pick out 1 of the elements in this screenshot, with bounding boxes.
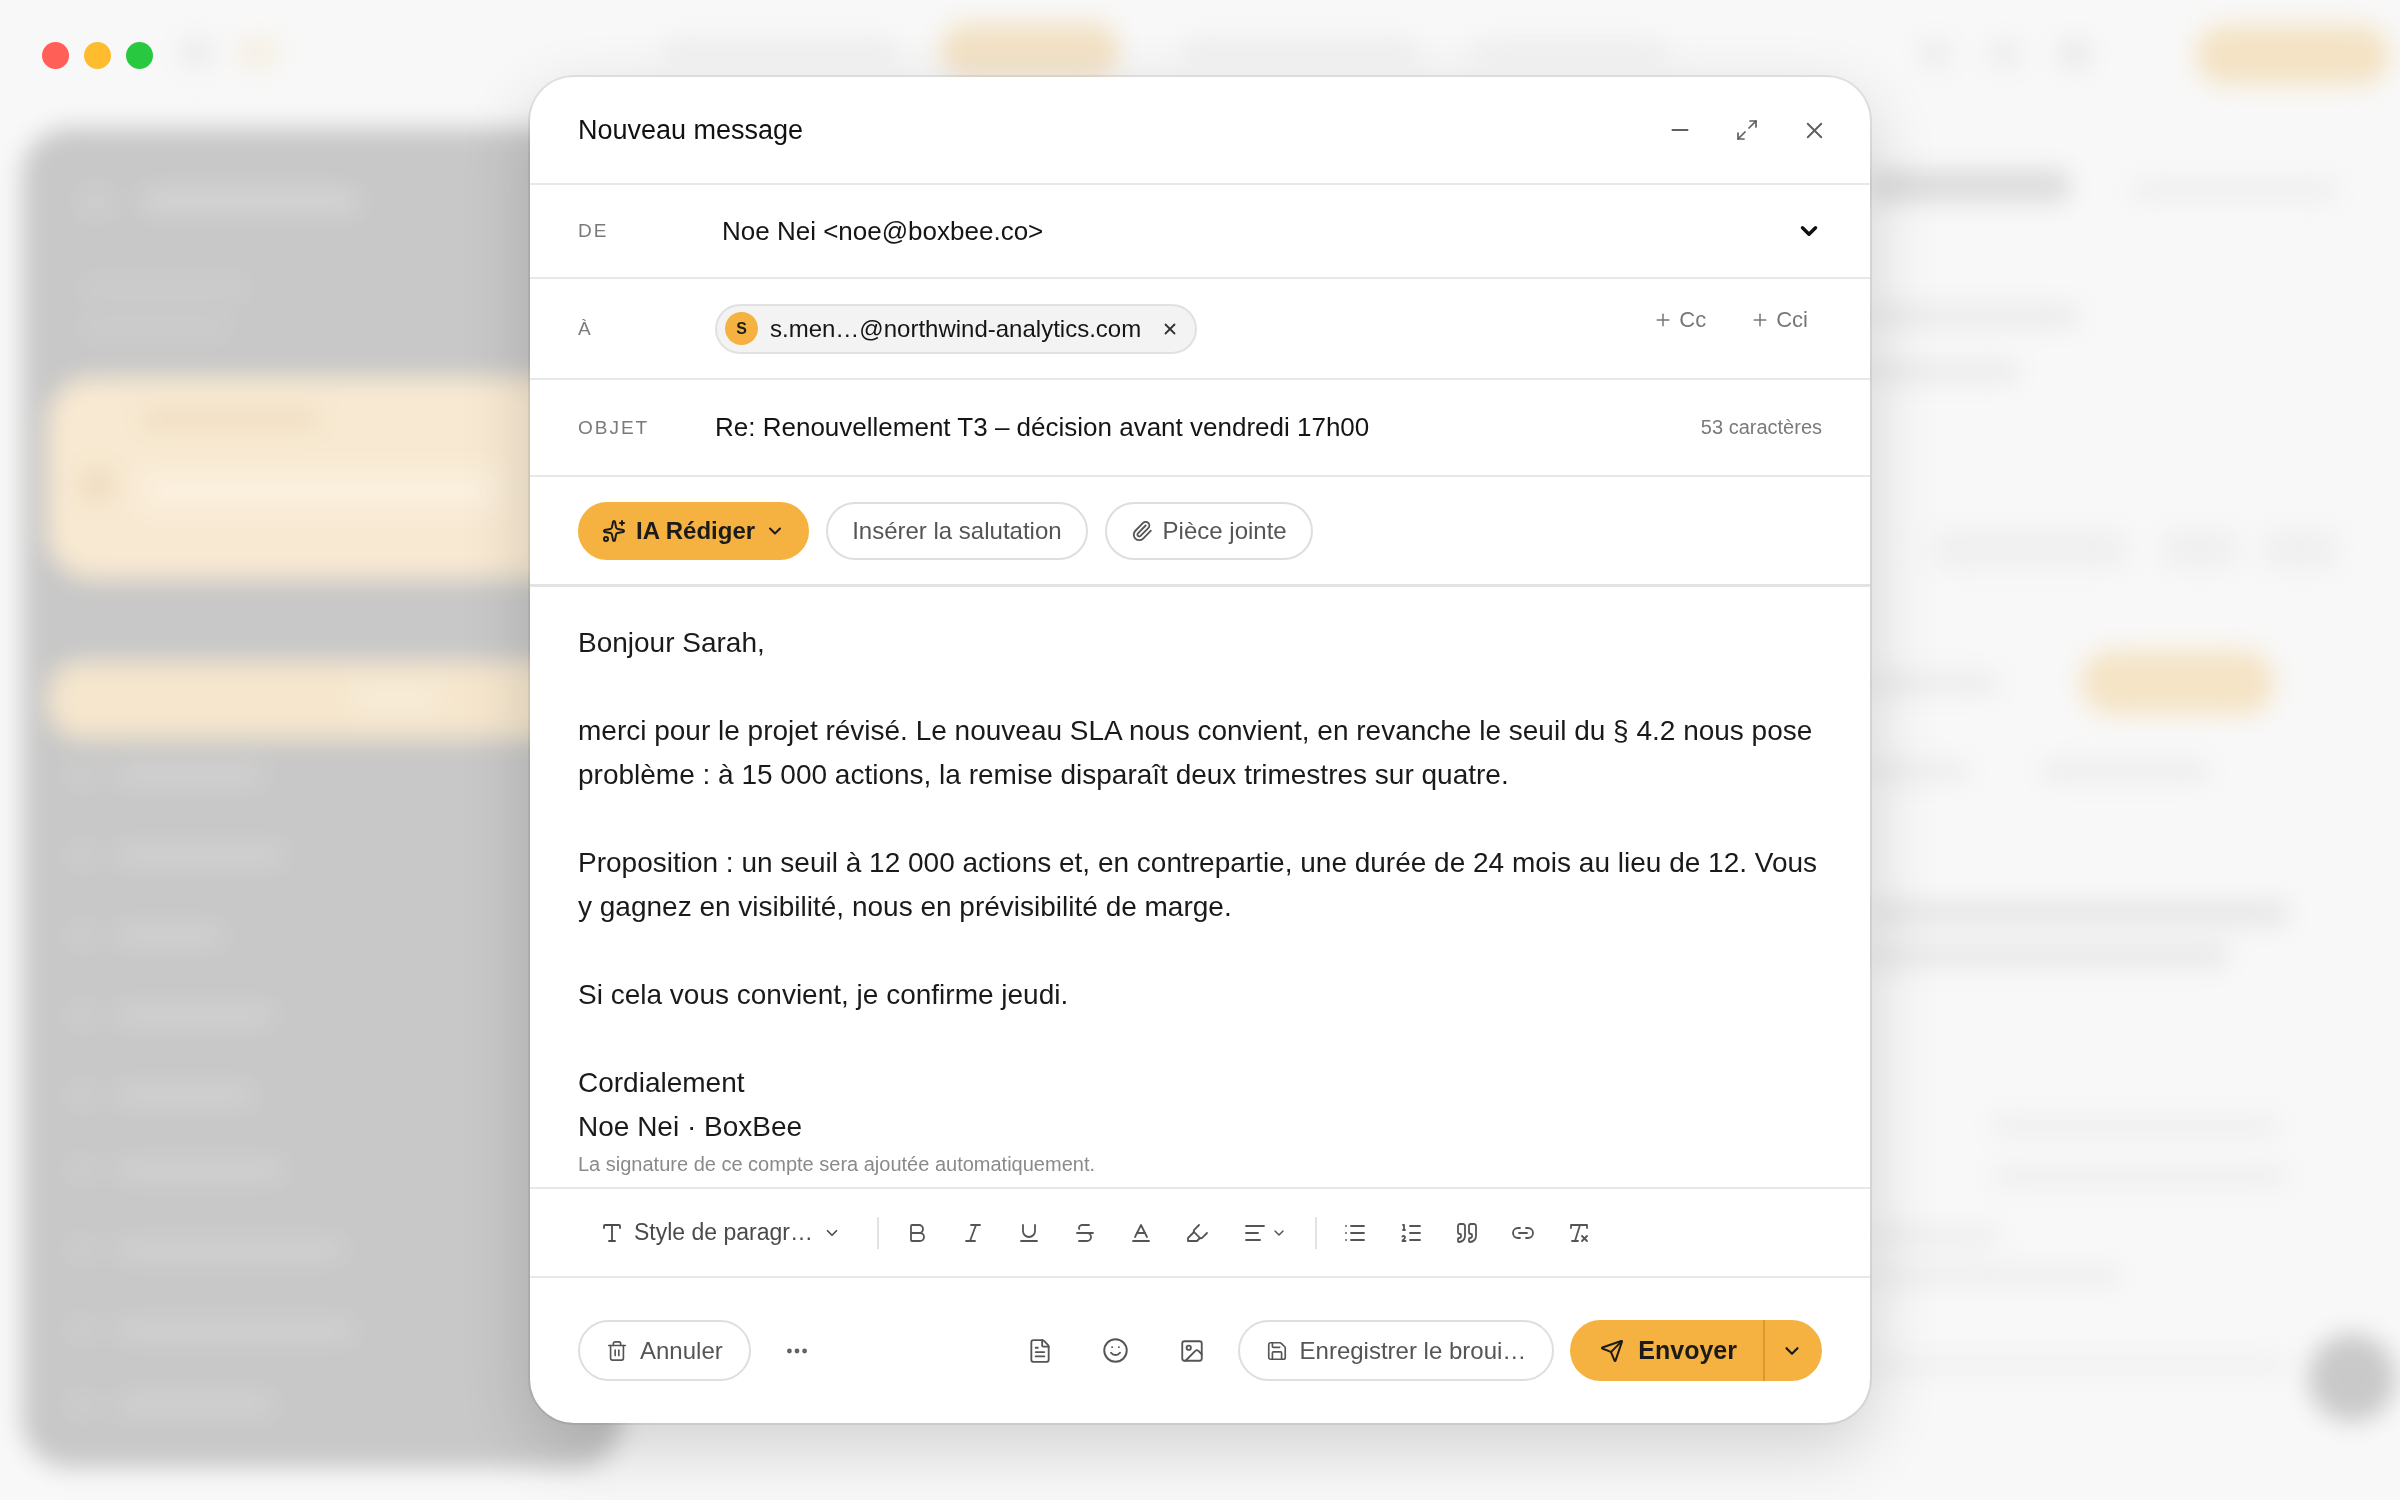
close-window-icon[interactable] (42, 42, 69, 69)
